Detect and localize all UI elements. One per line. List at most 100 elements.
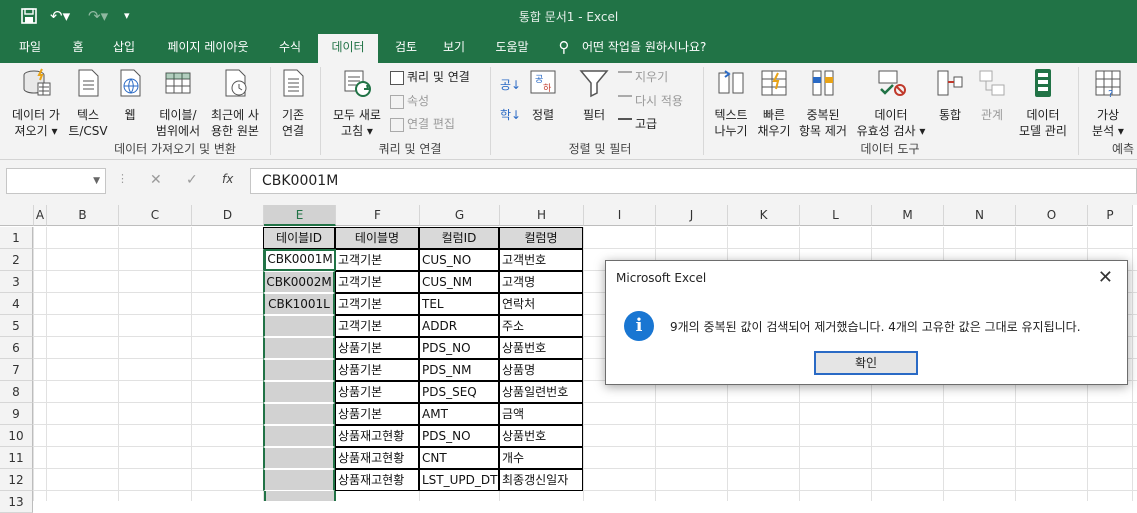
table-cell[interactable]: TEL [419,293,499,315]
table-cell[interactable] [263,425,335,447]
table-cell[interactable]: 고객기본 [335,249,419,271]
consolidate-button[interactable]: 통합 [930,67,970,123]
chevron-down-icon[interactable]: ▼ [93,176,100,186]
get-data-button[interactable]: 데이터 가 져오기 ▾ [6,67,66,139]
tab-data[interactable]: 데이터 [318,34,378,63]
table-cell[interactable]: 고객기본 [335,271,419,293]
what-if-analysis-button[interactable]: ? 가상 분석 ▾ [1084,67,1132,139]
text-to-columns-button[interactable]: 텍스트 나누기 [708,67,754,139]
tab-review[interactable]: 검토 [384,32,428,63]
table-cell[interactable]: AMT [419,403,499,425]
row-header-10[interactable]: 10 [0,425,33,447]
table-cell[interactable]: PDS_NO [419,337,499,359]
row-header-11[interactable]: 11 [0,447,33,469]
table-cell[interactable]: 고객기본 [335,293,419,315]
column-header-E[interactable]: E [264,205,336,226]
row-header-7[interactable]: 7 [0,359,33,381]
table-cell[interactable]: 고객번호 [499,249,583,271]
from-table-button[interactable]: 테이블/ 범위에서 [152,67,204,139]
sort-button[interactable]: 공하 정렬 [526,67,560,123]
column-header-A[interactable]: A [34,205,47,226]
ok-button[interactable]: 확인 [814,351,918,375]
recent-sources-button[interactable]: 최근에 사 용한 원본 [206,67,264,139]
from-text-csv-button[interactable]: 텍스 트/CSV [66,67,110,139]
table-cell[interactable]: 상품명 [499,359,583,381]
table-cell[interactable] [263,403,335,425]
column-header-J[interactable]: J [656,205,728,226]
table-cell[interactable]: 상품번호 [499,425,583,447]
row-header-5[interactable]: 5 [0,315,33,337]
column-header-D[interactable]: D [192,205,264,226]
data-validation-button[interactable]: 데이터 유효성 검사 ▾ [852,67,930,139]
tab-home[interactable]: 홈 [60,32,96,63]
table-cell[interactable]: CBK1001L [263,293,335,315]
table-header-cell[interactable]: 테이블ID [263,227,335,249]
table-cell[interactable]: 금액 [499,403,583,425]
column-header-C[interactable]: C [119,205,192,226]
table-cell[interactable]: 상품재고현황 [335,447,419,469]
tab-view[interactable]: 보기 [432,32,476,63]
advanced-filter-button[interactable]: 고급 [618,116,657,132]
row-header-6[interactable]: 6 [0,337,33,359]
tab-help[interactable]: 도움말 [484,32,540,63]
column-header-M[interactable]: M [872,205,944,226]
edit-links-button[interactable]: 연결 편집 [390,116,455,132]
column-header-K[interactable]: K [728,205,800,226]
table-cell[interactable] [263,359,335,381]
name-box[interactable]: ▼ [6,168,106,194]
table-cell[interactable]: 상품재고현황 [335,425,419,447]
sort-descending-button[interactable]: 학↓ [500,107,521,123]
table-cell[interactable]: LST_UPD_DT [419,469,499,491]
table-cell[interactable]: 주소 [499,315,583,337]
table-cell[interactable]: 상품기본 [335,359,419,381]
tab-file[interactable]: 파일 [6,32,54,63]
tab-insert[interactable]: 삽입 [102,32,146,63]
table-header-cell[interactable]: 테이블명 [335,227,419,249]
sort-ascending-button[interactable]: 공↓ [500,77,521,93]
table-cell[interactable]: 고객기본 [335,315,419,337]
flash-fill-button[interactable]: 빠른 채우기 [754,67,794,139]
reapply-button[interactable]: 다시 적용 [618,93,683,109]
properties-button[interactable]: 속성 [390,93,429,109]
insert-function-icon[interactable]: fx [222,172,233,186]
column-header-P[interactable]: P [1088,205,1133,226]
column-header-B[interactable]: B [47,205,119,226]
table-cell[interactable]: 상품기본 [335,337,419,359]
table-cell[interactable]: PDS_NO [419,425,499,447]
table-cell[interactable]: CBK0002M [263,271,335,293]
close-icon[interactable]: ✕ [1098,267,1113,288]
table-cell[interactable]: 최종갱신일자 [499,469,583,491]
row-header-3[interactable]: 3 [0,271,33,293]
refresh-all-button[interactable]: 모두 새로 고침 ▾ [326,67,388,139]
clear-filter-button[interactable]: 지우기 [618,69,668,85]
table-cell[interactable]: 상품재고현황 [335,469,419,491]
table-header-cell[interactable]: 컬럼명 [499,227,583,249]
remove-duplicates-button[interactable]: 중복된 항목 제거 [794,67,852,139]
relationships-button[interactable]: 관계 [972,67,1012,123]
column-header-L[interactable]: L [800,205,872,226]
row-header-9[interactable]: 9 [0,403,33,425]
data-model-button[interactable]: 데이터 모델 관리 [1014,67,1072,139]
row-header-4[interactable]: 4 [0,293,33,315]
row-header-1[interactable]: 1 [0,227,33,249]
column-header-F[interactable]: F [336,205,420,226]
column-header-I[interactable]: I [584,205,656,226]
column-header-O[interactable]: O [1016,205,1088,226]
tell-me-search[interactable]: 어떤 작업을 원하시나요? [582,32,732,63]
row-header-8[interactable]: 8 [0,381,33,403]
table-cell[interactable]: 고객명 [499,271,583,293]
enter-icon[interactable]: ✓ [186,172,198,188]
table-cell[interactable]: CUS_NM [419,271,499,293]
table-cell[interactable] [263,447,335,469]
table-cell[interactable]: 상품기본 [335,381,419,403]
row-header-13[interactable]: 13 [0,491,33,513]
column-header-N[interactable]: N [944,205,1016,226]
table-cell[interactable]: CNT [419,447,499,469]
table-cell[interactable] [263,469,335,491]
active-cell-value[interactable]: CBK0001M [264,249,336,271]
table-cell[interactable]: 연락처 [499,293,583,315]
table-cell[interactable] [263,381,335,403]
table-cell[interactable]: 상품번호 [499,337,583,359]
table-cell[interactable] [263,315,335,337]
filter-button[interactable]: 필터 [574,67,614,123]
